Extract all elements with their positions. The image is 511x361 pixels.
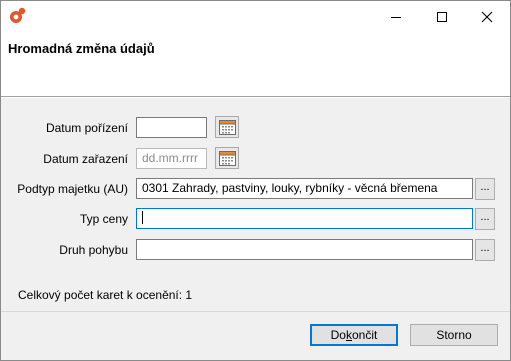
calendar-icon	[219, 151, 236, 166]
finish-button[interactable]: Dokončit	[310, 324, 398, 346]
podtyp-majetku-browse-button[interactable]: ...	[475, 178, 495, 200]
calendar-icon	[219, 120, 236, 135]
typ-ceny-input[interactable]	[136, 208, 473, 229]
podtyp-majetku-input[interactable]: 0301 Zahrady, pastviny, louky, rybníky -…	[136, 178, 473, 199]
dialog-footer: Dokončit Storno	[1, 311, 510, 360]
card-count-summary: Celkový počet karet k ocenění: 1	[18, 288, 193, 302]
form-area: Datum pořízení Datum zařazení dd.mm.rrrr	[1, 98, 510, 311]
maximize-icon	[437, 12, 447, 22]
druh-pohybu-label: Druh pohybu	[59, 243, 128, 257]
minimize-button[interactable]	[373, 1, 419, 31]
text-caret	[142, 211, 143, 225]
finish-label-prefix: Do	[330, 328, 346, 342]
cancel-button[interactable]: Storno	[410, 324, 498, 346]
podtyp-majetku-label: Podtyp majetku (AU)	[17, 182, 128, 196]
datum-zarazeni-input[interactable]: dd.mm.rrrr	[136, 148, 207, 169]
datum-porizeni-input[interactable]	[136, 117, 207, 138]
finish-label-suffix: ončit	[351, 328, 378, 342]
typ-ceny-label: Typ ceny	[79, 212, 128, 226]
datum-zarazeni-label: Datum zařazení	[43, 152, 128, 166]
datum-porizeni-calendar-button[interactable]	[215, 116, 239, 138]
title-bar[interactable]	[1, 1, 510, 31]
druh-pohybu-input[interactable]	[136, 239, 473, 260]
maximize-button[interactable]	[419, 1, 465, 31]
page-title: Hromadná změna údajů	[8, 41, 155, 56]
minimize-icon	[391, 17, 401, 18]
datum-porizeni-label: Datum pořízení	[45, 121, 128, 135]
typ-ceny-browse-button[interactable]: ...	[475, 208, 495, 230]
dialog-window: Hromadná změna údajů Datum pořízení Datu…	[0, 0, 511, 361]
close-icon	[481, 11, 493, 23]
datum-zarazeni-calendar-button[interactable]	[215, 147, 239, 169]
dialog-header: Hromadná změna údajů	[1, 31, 510, 97]
druh-pohybu-browse-button[interactable]: ...	[475, 239, 495, 261]
close-button[interactable]	[464, 1, 510, 31]
app-logo-icon	[9, 7, 27, 25]
